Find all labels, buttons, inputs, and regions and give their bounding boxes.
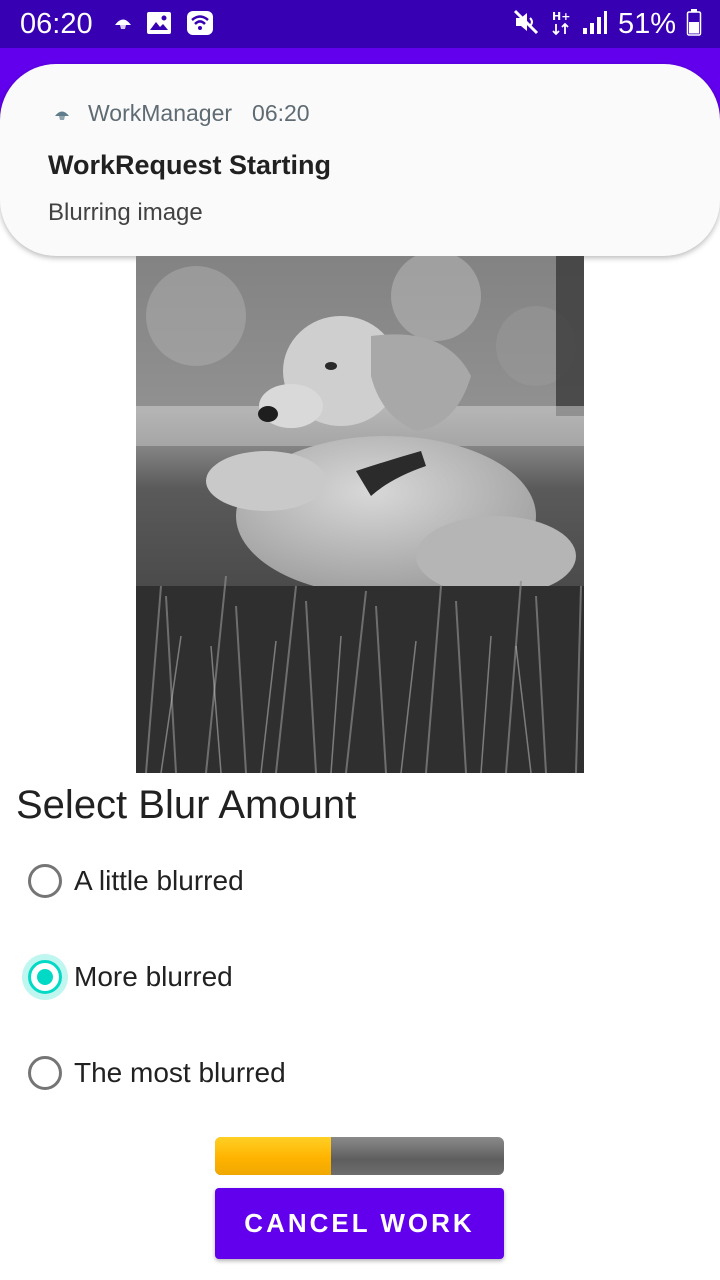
image-icon <box>146 11 172 40</box>
radio-label-most-blurred: The most blurred <box>74 1057 286 1088</box>
battery-percent: 51% <box>617 8 676 40</box>
status-left-icons <box>114 10 214 40</box>
status-bar: 06:20 H+ 51% <box>0 0 720 48</box>
radio-option-most-blurred[interactable]: The most blurred <box>24 1049 286 1097</box>
battery-icon <box>686 8 702 41</box>
progress-bar-fill <box>215 1137 331 1175</box>
workmanager-notification-icon <box>54 108 70 126</box>
radio-label-little-blurred: A little blurred <box>74 865 244 896</box>
cancel-work-button[interactable]: CANCEL WORK <box>215 1188 504 1259</box>
progress-bar <box>215 1137 504 1175</box>
radio-label-more-blurred: More blurred <box>74 961 233 992</box>
status-time: 06:20 <box>20 8 93 40</box>
radio-option-more-blurred[interactable]: More blurred <box>24 953 233 1001</box>
radio-option-little-blurred[interactable]: A little blurred <box>24 857 244 905</box>
radio-button-more-blurred[interactable] <box>28 960 62 994</box>
radio-button-little-blurred[interactable] <box>28 864 62 898</box>
status-right-icons: H+ 51% <box>512 8 702 40</box>
blur-section-title: Select Blur Amount <box>16 783 357 827</box>
wifi-calling-icon <box>186 10 214 41</box>
notification-header: WorkManager 06:20 <box>88 100 310 127</box>
dog-photo <box>136 256 584 773</box>
notification-app-name: WorkManager <box>88 100 233 126</box>
hplus-data-icon: H+ <box>550 8 572 41</box>
signal-icon <box>582 9 608 40</box>
notification-time: 06:20 <box>252 100 310 126</box>
workmanager-app-icon <box>114 16 132 35</box>
radio-button-most-blurred[interactable] <box>28 1056 62 1090</box>
notification-title: WorkRequest Starting <box>48 150 332 180</box>
mute-icon <box>512 8 540 41</box>
notification-text: Blurring image <box>48 199 203 226</box>
svg-text:H+: H+ <box>552 10 570 23</box>
